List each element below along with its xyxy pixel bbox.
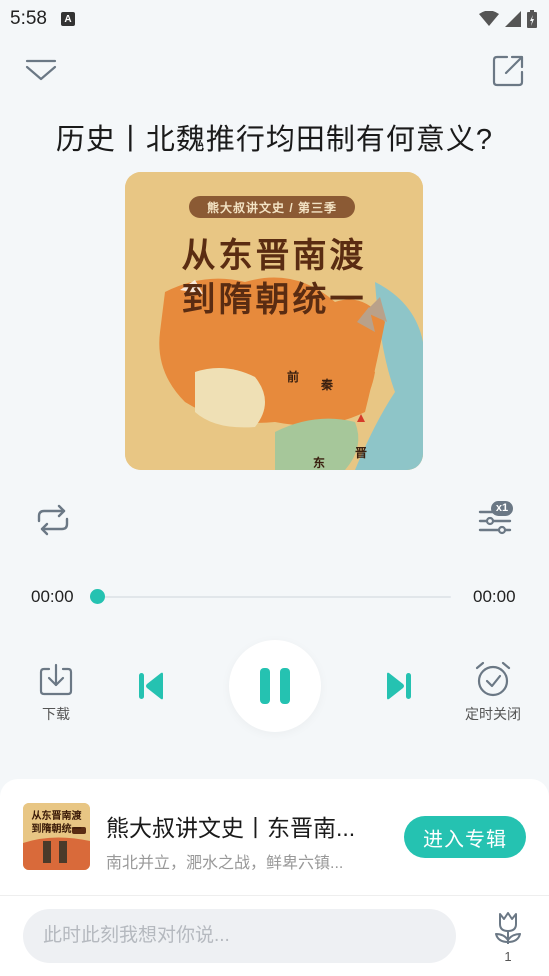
current-time: 00:00 [31,587,74,606]
comment-input[interactable] [23,909,456,963]
flower-icon [495,912,521,944]
skip-next-icon [387,672,411,700]
album-subtitle: 南北并立，淝水之战，鲜卑六镇... [106,855,344,872]
repeat-button[interactable] [34,503,72,537]
share-button[interactable] [491,54,525,88]
map-label: 东 [313,456,326,470]
notification-icon: A [60,12,75,26]
download-icon [39,663,73,696]
timer-label: 定时关闭 [465,706,521,722]
timer-button[interactable] [474,660,512,698]
album-thumbnail: 从东晋南渡 到隋朝统一 [23,803,90,870]
enter-album-button[interactable]: 进入专辑 [404,816,526,858]
status-time: 5:58 [10,8,47,29]
pause-icon [260,668,290,704]
progress-knob[interactable] [89,589,105,604]
next-button[interactable] [384,670,414,702]
episode-title: 历史丨北魏推行均田制有何意义? [55,124,494,156]
cover-title-line2: 到隋朝统一 [181,280,367,320]
chevron-down-icon [25,59,57,81]
battery-charging-icon [527,10,537,28]
status-bar: 5:58 A [0,0,549,38]
album-title: 熊大叔讲文史丨东晋南... [106,815,356,841]
map-label: 晋 [355,446,368,460]
total-time: 00:00 [473,587,516,606]
progress-track[interactable] [97,596,451,598]
cover-art: 熊大叔讲文史 / 第三季 从东晋南渡 到隋朝统一 前 秦 东 晋 [125,172,423,470]
play-pause-button[interactable] [229,640,321,732]
collapse-button[interactable] [24,56,58,86]
previous-button[interactable] [136,670,166,702]
album-card[interactable]: 从东晋南渡 到隋朝统一 熊大叔讲文史丨东晋南... 南北并立，淝水之战，鲜卑六镇… [0,779,549,895]
map-label: 秦 [321,378,334,392]
comment-bar: 1 [0,896,549,976]
alarm-clock-icon [475,661,511,697]
cover-tag: 熊大叔讲文史 / 第三季 [189,196,355,218]
repeat-icon [37,504,69,536]
download-button[interactable] [38,663,74,697]
wifi-icon [479,11,499,26]
flower-button[interactable] [492,910,524,946]
cover-title-line1: 从东晋南渡 [181,236,367,276]
signal-icon [505,11,521,27]
skip-previous-icon [139,672,163,700]
album-thumb-line2: 到隋朝统一 [31,824,82,835]
speed-badge: x1 [495,502,509,514]
status-icons [479,10,537,28]
share-external-icon [492,55,524,87]
map-label: 前 [287,370,300,384]
flower-count: 1 [504,949,512,964]
download-label: 下载 [42,706,70,722]
speed-button[interactable]: x1 [476,500,516,536]
